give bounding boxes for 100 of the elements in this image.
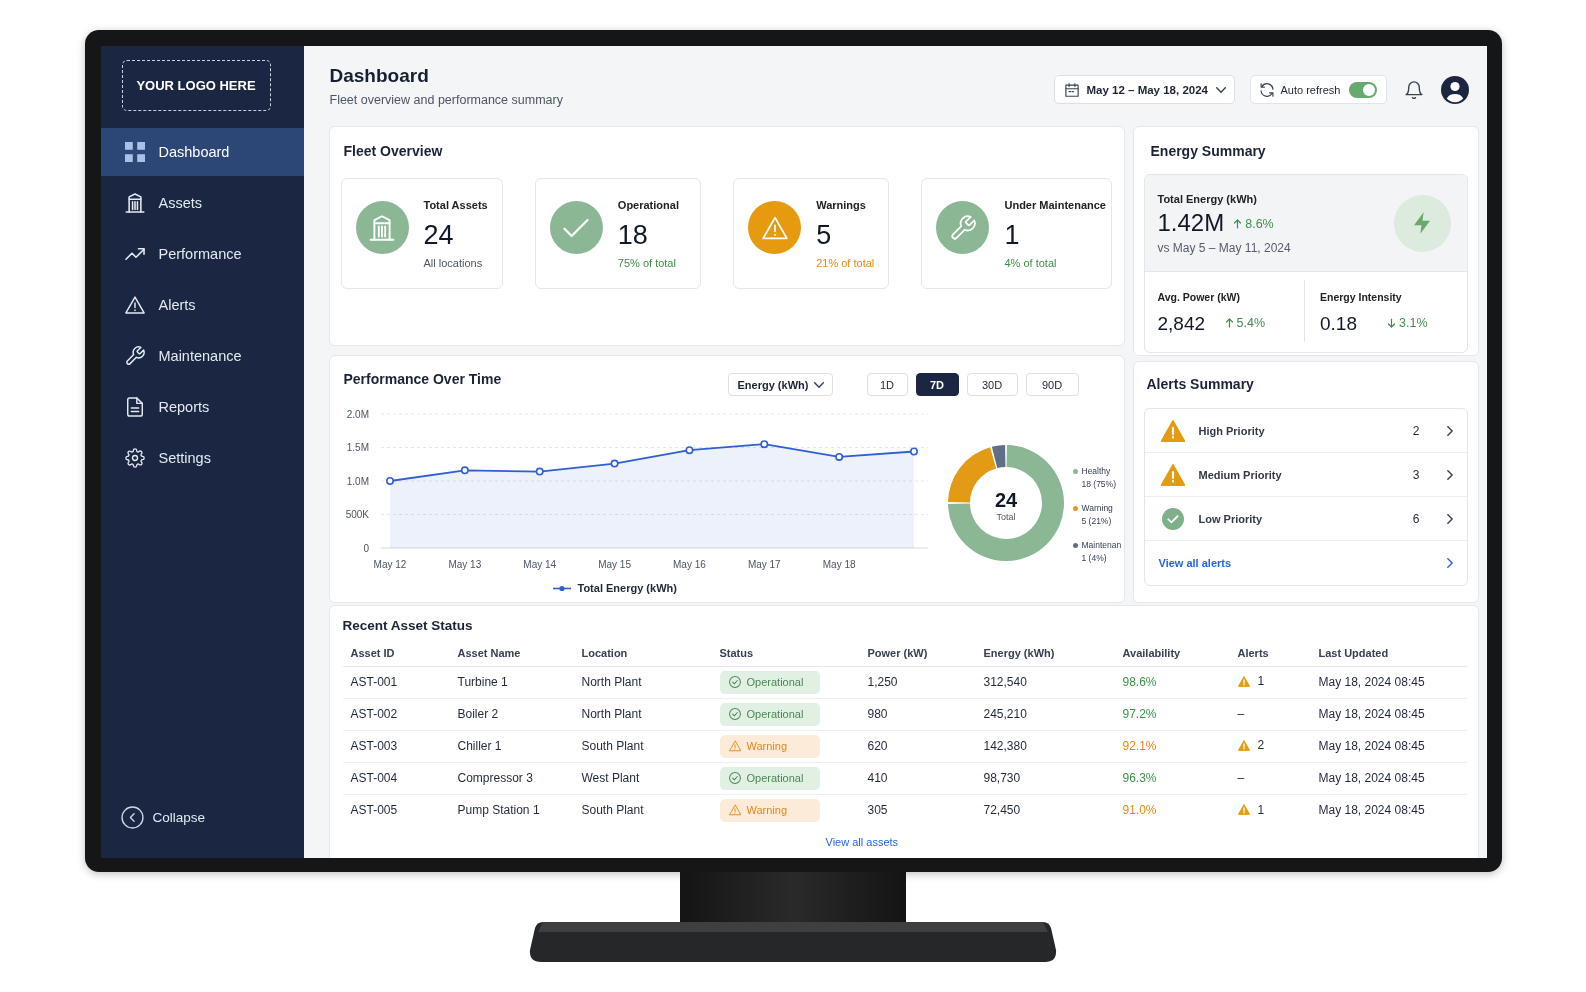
stat-label: Under Maintenance <box>1004 197 1106 212</box>
table-cell: 98,730 <box>975 762 1115 794</box>
change-value: 3.1% <box>1399 316 1428 330</box>
view-all-assets-link[interactable]: View all assets <box>825 836 899 848</box>
column-header: Asset Name <box>449 640 574 666</box>
chevron-down-icon <box>1216 86 1226 93</box>
legend-value: 18 (75%) <box>1081 478 1116 491</box>
table-cell: Boiler 2 <box>449 698 574 730</box>
table-cell: May 18, 2024 08:45 <box>1310 698 1467 730</box>
stat-value: 24 <box>423 219 454 250</box>
y-axis-label: 0 <box>362 542 369 554</box>
nav-item[interactable]: Settings <box>100 434 304 482</box>
column-header: Availability <box>1114 640 1230 666</box>
column-header: Last Updated <box>1310 640 1467 666</box>
table-cell: 142,380 <box>975 730 1115 762</box>
warning-icon <box>1160 463 1185 486</box>
table-cell: Pump Station 1 <box>449 794 574 826</box>
y-axis-label: 500K <box>345 509 369 520</box>
column-header: Status <box>711 640 860 666</box>
stat-label: Warnings <box>816 197 866 212</box>
column-header: Energy (kWh) <box>975 640 1115 666</box>
x-axis-label: May 12 <box>373 559 406 570</box>
table-cell: AST-001 <box>342 666 450 698</box>
table-cell: 96.3% <box>1114 762 1230 794</box>
legend-label: Maintenan <box>1081 539 1122 552</box>
table-cell: May 18, 2024 08:45 <box>1310 666 1467 698</box>
settings-icon <box>124 448 145 468</box>
nav-item[interactable]: Assets <box>100 179 304 227</box>
data-point <box>909 447 918 456</box>
y-axis-label: 2.0M <box>346 408 369 420</box>
y-axis-label: 1.5M <box>346 442 369 453</box>
wrench-icon <box>124 346 145 366</box>
legend-line-marker-icon <box>552 584 571 592</box>
status-label: Warning <box>746 804 788 817</box>
refresh-icon[interactable] <box>1259 82 1274 97</box>
nav-item[interactable]: Dashboard <box>100 128 304 176</box>
auto-refresh-label: Auto refresh <box>1280 83 1341 96</box>
chevron-right-icon[interactable] <box>1446 513 1453 524</box>
donut-total-label: Total <box>996 512 1015 522</box>
data-point <box>385 477 394 485</box>
nav-item[interactable]: Reports <box>100 383 304 431</box>
metric-dropdown[interactable]: Energy (kWh) <box>727 373 833 396</box>
x-axis-label: May 14 <box>522 559 556 570</box>
x-axis-label: May 16 <box>672 559 706 570</box>
table-cell: 312,540 <box>975 666 1115 698</box>
stat-note: 75% of total <box>617 256 676 270</box>
table-cell: 245,210 <box>975 698 1115 730</box>
stat-label: Operational <box>617 197 679 212</box>
user-avatar-icon[interactable] <box>1440 75 1469 104</box>
table-cell: 1,250 <box>859 666 976 698</box>
x-axis-label: May 15 <box>597 559 631 570</box>
table-cell: 92.1% <box>1114 730 1230 762</box>
chevron-left-circle-icon <box>120 806 144 829</box>
table-cell: South Plant <box>573 794 712 826</box>
metric-value: 0.18 <box>1320 312 1358 336</box>
status-label: Operational <box>746 676 804 688</box>
collapse-button[interactable]: Collapse <box>120 806 206 829</box>
range-tab[interactable]: 30D <box>966 373 1018 396</box>
legend-label: Warning <box>1081 502 1113 515</box>
table-cell: 305 <box>859 794 976 826</box>
table-cell: South Plant <box>573 730 712 762</box>
metric-label: Total Energy (kWh) <box>1157 191 1258 206</box>
chevron-right-icon <box>1446 558 1453 568</box>
legend-value: 1 (4%) <box>1081 552 1108 565</box>
chevron-right-icon[interactable] <box>1446 425 1453 436</box>
stat-value: 5 <box>816 219 832 250</box>
alert-count: – <box>1237 771 1245 785</box>
logo-text: YOUR LOGO HERE <box>136 78 256 93</box>
table-cell: Turbine 1 <box>449 666 574 698</box>
table-cell: AST-003 <box>342 730 450 762</box>
table-cell: North Plant <box>573 698 712 730</box>
table-cell: North Plant <box>573 666 712 698</box>
x-axis-label: May 17 <box>747 559 781 570</box>
table-cell: 91.0% <box>1114 794 1230 826</box>
table-cell: 98.6% <box>1114 666 1230 698</box>
data-point <box>759 440 768 449</box>
nav-item[interactable]: Alerts <box>100 281 304 329</box>
stat-label: Total Assets <box>423 197 488 212</box>
column-header: Power (kW) <box>859 640 976 666</box>
chevron-right-icon[interactable] <box>1446 469 1453 480</box>
data-point <box>684 446 693 455</box>
metric-label: Energy Intensity <box>1320 291 1402 303</box>
range-tab[interactable]: 7D <box>915 373 959 396</box>
alert-count: 2 <box>1412 423 1420 438</box>
toggle-switch[interactable] <box>1348 81 1377 98</box>
notification-bell-icon[interactable] <box>1404 80 1423 99</box>
column-header: Location <box>573 640 712 666</box>
table-cell: Chiller 1 <box>449 730 574 762</box>
range-tab[interactable]: 90D <box>1025 373 1079 396</box>
table-cell: West Plant <box>573 762 712 794</box>
data-point <box>834 452 843 461</box>
status-label: Warning <box>746 740 788 752</box>
nav-item[interactable]: Maintenance <box>100 332 304 380</box>
date-range-picker[interactable]: May 12 – May 18, 2024 <box>1053 75 1235 104</box>
nav-item[interactable]: Performance <box>100 230 304 278</box>
card-title: Energy Summary <box>1150 142 1267 160</box>
view-all-alerts-link[interactable]: View all alerts <box>1144 541 1467 585</box>
card-title: Alerts Summary <box>1146 375 1255 393</box>
range-tab[interactable]: 1D <box>866 373 908 396</box>
alert-label: Medium Priority <box>1198 468 1282 481</box>
